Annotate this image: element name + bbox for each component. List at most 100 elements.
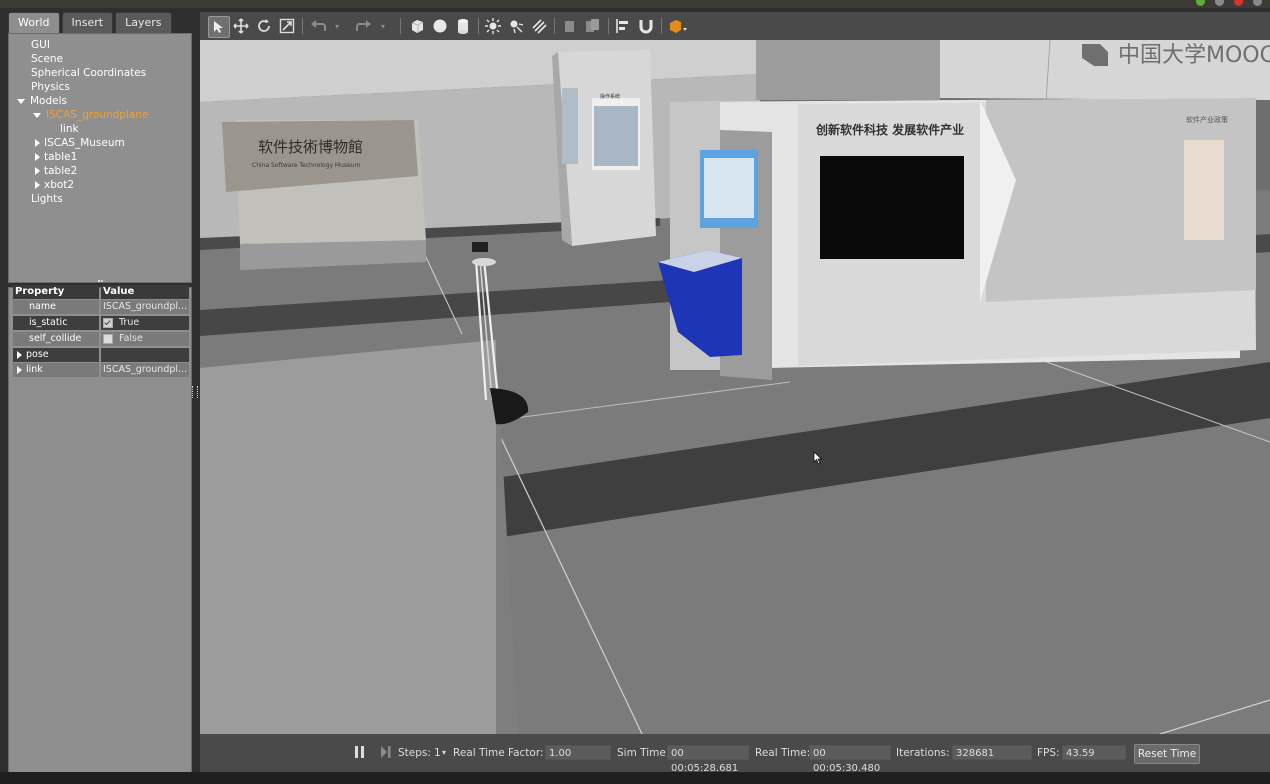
- steps-label: Steps:: [398, 747, 431, 759]
- collapse-arrow-icon[interactable]: [35, 153, 40, 161]
- cylinder-shape-icon[interactable]: [453, 16, 473, 36]
- collapse-arrow-icon[interactable]: [35, 167, 40, 175]
- iterations-field: 328681: [952, 745, 1032, 760]
- wall-heading: 创新软件科技 发展软件产业: [815, 122, 964, 137]
- checkbox-checked-icon[interactable]: [103, 317, 113, 328]
- tab-layers[interactable]: Layers: [115, 12, 172, 33]
- view-angle-icon[interactable]: [666, 16, 692, 36]
- property-row-name[interactable]: name ISCAS_groundpl...: [13, 300, 189, 314]
- tab-insert[interactable]: Insert: [61, 12, 114, 33]
- tree-item-table2[interactable]: table2: [35, 164, 77, 178]
- translate-icon[interactable]: [231, 16, 251, 36]
- pillar-label: 操作系统: [600, 93, 620, 100]
- align-icon[interactable]: [613, 16, 633, 36]
- tree-item-link[interactable]: link: [60, 122, 79, 136]
- sphere-shape-icon[interactable]: [430, 16, 450, 36]
- mouse-cursor-icon: [813, 451, 823, 465]
- select-arrow-icon[interactable]: [208, 16, 230, 38]
- keyboard-icon: [1215, 0, 1224, 6]
- property-header: Property Value: [13, 285, 189, 299]
- reset-time-button[interactable]: Reset Time: [1134, 744, 1200, 764]
- sim-time-label: Sim Time:: [617, 747, 670, 759]
- property-row-pose[interactable]: pose: [13, 348, 189, 362]
- undo-icon[interactable]: [308, 16, 328, 36]
- tree-item-gui[interactable]: GUI: [31, 38, 50, 52]
- expand-arrow-icon[interactable]: [17, 98, 25, 104]
- sim-time-field: 00 00:05:28.681: [667, 745, 749, 774]
- rotate-icon[interactable]: [254, 16, 274, 36]
- tree-item-iscas-groundplane[interactable]: ISCAS_groundplane: [33, 108, 148, 122]
- record-icon: [1234, 0, 1243, 6]
- tree-item-table1[interactable]: table1: [35, 150, 77, 164]
- left-tabs: World Insert Layers: [8, 12, 174, 34]
- tab-world[interactable]: World: [8, 12, 60, 33]
- redo-dropdown-icon[interactable]: ▾: [378, 16, 388, 36]
- splitter-handle[interactable]: [98, 280, 103, 284]
- spot-light-icon[interactable]: [506, 16, 526, 36]
- museum-sign-title: 软件技術博物館: [258, 138, 363, 156]
- property-key: self_collide: [13, 332, 99, 346]
- copy-icon[interactable]: [560, 16, 580, 36]
- collapse-arrow-icon[interactable]: [35, 181, 40, 189]
- model-label: table2: [44, 165, 78, 177]
- property-key: link: [13, 363, 99, 377]
- tree-item-spherical-coordinates[interactable]: Spherical Coordinates: [31, 66, 146, 80]
- svg-text:中国大学MOOC: 中国大学MOOC: [1118, 43, 1270, 68]
- property-value: ISCAS_groundpl...: [101, 363, 189, 377]
- expand-arrow-icon[interactable]: [33, 112, 41, 118]
- tree-item-xbot2[interactable]: xbot2: [35, 178, 74, 192]
- real-time-factor-label: Real Time Factor:: [453, 747, 544, 759]
- box-shape-icon[interactable]: [407, 16, 427, 36]
- expand-arrow-icon[interactable]: [17, 350, 22, 359]
- 3d-viewport[interactable]: 软件技術博物館 China Software Technology Museum…: [200, 40, 1270, 734]
- toolbar: ▾ ▾: [200, 12, 1270, 41]
- tree-item-lights[interactable]: Lights: [31, 192, 63, 206]
- steps-value[interactable]: 1: [434, 746, 441, 760]
- museum-sign-subtitle: China Software Technology Museum: [252, 162, 361, 169]
- exhibit-screen: [820, 156, 964, 259]
- undo-dropdown-icon[interactable]: ▾: [332, 16, 342, 36]
- model-label: ISCAS_groundplane: [46, 109, 149, 121]
- ceiling-column: [756, 40, 940, 100]
- status-bar: Steps: 1 ▾ Real Time Factor: 1.00 Sim Ti…: [200, 734, 1270, 774]
- wall-corner-label: 软件产业政策: [1186, 115, 1228, 124]
- window-bottom-edge: [0, 772, 1270, 784]
- property-key: is_static: [13, 316, 99, 330]
- steps-dropdown-icon[interactable]: ▾: [442, 746, 446, 760]
- property-value: [101, 348, 189, 362]
- models-label: Models: [30, 95, 67, 107]
- snap-magnet-icon[interactable]: [636, 16, 656, 36]
- model-label: xbot2: [44, 179, 75, 191]
- property-key: pose: [13, 348, 99, 362]
- property-row-self-collide[interactable]: self_collide False: [13, 332, 189, 346]
- expand-arrow-icon[interactable]: [17, 365, 22, 374]
- scale-icon[interactable]: [277, 16, 297, 36]
- tree-item-iscas-museum[interactable]: ISCAS_Museum: [35, 136, 125, 150]
- collapse-arrow-icon[interactable]: [35, 139, 40, 147]
- tree-item-physics[interactable]: Physics: [31, 80, 70, 94]
- redo-icon[interactable]: [354, 16, 374, 36]
- fps-field: 43.59: [1062, 745, 1126, 760]
- panel-splitter[interactable]: [192, 386, 198, 398]
- checkbox-unchecked-icon[interactable]: [103, 333, 113, 344]
- property-value: True: [119, 317, 140, 328]
- real-time-factor-field: 1.00: [545, 745, 611, 760]
- scene-render[interactable]: 软件技術博物館 China Software Technology Museum…: [200, 40, 1270, 734]
- tree-item-scene[interactable]: Scene: [31, 52, 63, 66]
- property-column-header: Property: [13, 285, 99, 299]
- paste-icon[interactable]: [583, 16, 603, 36]
- tree-item-models[interactable]: Models: [17, 94, 67, 108]
- property-value[interactable]: ISCAS_groundpl...: [101, 300, 189, 314]
- property-row-link[interactable]: link ISCAS_groundpl...: [13, 363, 189, 377]
- point-light-icon[interactable]: [483, 16, 503, 36]
- system-top-bar: [0, 0, 1270, 8]
- directional-light-icon[interactable]: [529, 16, 549, 36]
- pause-icon[interactable]: [354, 744, 366, 758]
- power-icon: [1253, 0, 1262, 6]
- property-row-is-static[interactable]: is_static True: [13, 316, 189, 330]
- real-time-field: 00 00:05:30.480: [809, 745, 891, 774]
- real-time-label: Real Time:: [755, 747, 811, 759]
- status-icon: [1196, 0, 1205, 6]
- step-icon[interactable]: [380, 744, 392, 758]
- iterations-label: Iterations:: [896, 747, 950, 759]
